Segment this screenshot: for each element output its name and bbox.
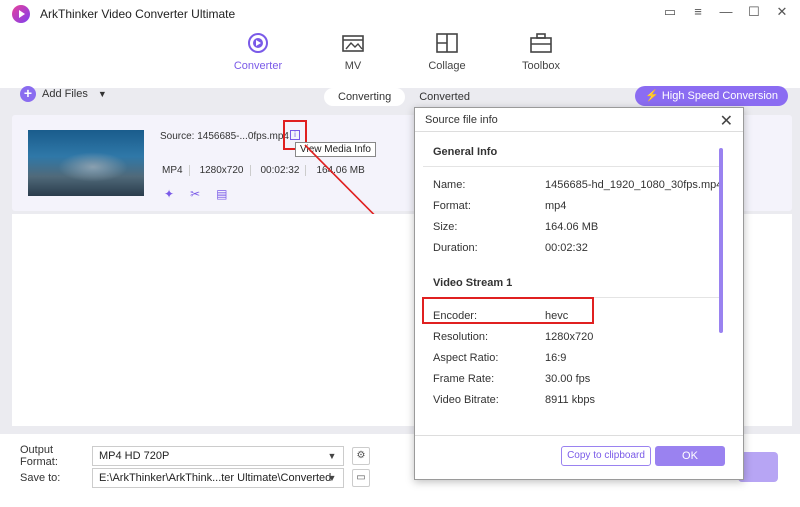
copy-to-clipboard-button[interactable]: Copy to clipboard <box>561 446 651 466</box>
info-row: Resolution: 1280x720 <box>423 327 723 348</box>
chevron-down-icon: ▼ <box>327 473 337 483</box>
info-value: 1280x720 <box>545 331 594 343</box>
info-key: Video Bitrate: <box>433 394 499 406</box>
info-key: Frame Rate: <box>433 373 495 385</box>
info-value: 16:9 <box>545 352 567 364</box>
dialog-footer: Copy to clipboard OK <box>415 435 743 479</box>
info-key: Aspect Ratio: <box>433 352 499 364</box>
info-key: Name: <box>433 179 466 191</box>
dialog-body: General Info Name: 1456685-hd_1920_1080_3… <box>423 138 723 411</box>
dialog-header: Source file info ✕ <box>415 108 743 132</box>
convert-all-button[interactable] <box>738 452 778 482</box>
info-row: Video Bitrate: 8911 kbps <box>423 390 723 411</box>
format-settings-icon[interactable]: ⚙ <box>352 447 370 465</box>
general-info-heading: General Info <box>423 138 723 167</box>
folder-icon[interactable]: ▭ <box>352 469 370 487</box>
info-value: mp4 <box>545 200 567 212</box>
output-format-value: MP4 HD 720P <box>99 450 170 462</box>
save-to-value: E:\ArkThinker\ArkThink...ter Ultimate\Co… <box>99 472 332 484</box>
source-file-info-dialog: Source file info ✕ General Info Name: 145… <box>414 107 744 480</box>
video-stream-heading: Video Stream 1 <box>423 269 723 298</box>
info-value: 164.06 MB <box>545 221 599 233</box>
encoder-highlight <box>422 297 594 324</box>
info-key: Duration: <box>433 242 478 254</box>
output-format-select[interactable]: MP4 HD 720P ▼ <box>92 446 344 466</box>
info-value: 1456685-hd_1920_1080_30fps.mp4 <box>545 179 723 191</box>
chevron-down-icon: ▼ <box>327 451 337 461</box>
info-row: Size: 164.06 MB <box>423 217 723 238</box>
info-row: Aspect Ratio: 16:9 <box>423 348 723 369</box>
info-row: Frame Rate: 30.00 fps <box>423 369 723 390</box>
save-to-select[interactable]: E:\ArkThinker\ArkThink...ter Ultimate\Co… <box>92 468 344 488</box>
info-row: Name: 1456685-hd_1920_1080_30fps.mp4 <box>423 175 723 196</box>
close-icon[interactable]: ✕ <box>720 111 733 131</box>
info-row: Format: mp4 <box>423 196 723 217</box>
save-to-row: Save to: E:\ArkThinker\ArkThink...ter Ul… <box>20 468 370 488</box>
info-value: 30.00 fps <box>545 373 591 385</box>
info-key: Format: <box>433 200 471 212</box>
info-key: Resolution: <box>433 331 489 343</box>
ok-button[interactable]: OK <box>655 446 725 466</box>
info-row: Duration: 00:02:32 <box>423 238 723 259</box>
save-to-label: Save to: <box>20 472 61 484</box>
output-format-label: Output Format: <box>20 444 58 468</box>
dialog-title: Source file info <box>425 114 498 126</box>
info-value: 00:02:32 <box>545 242 588 254</box>
info-value: 8911 kbps <box>545 394 595 406</box>
output-format-row: Output Format: MP4 HD 720P ▼ ⚙ <box>20 444 370 468</box>
scrollbar[interactable] <box>719 148 723 333</box>
info-key: Size: <box>433 221 458 233</box>
